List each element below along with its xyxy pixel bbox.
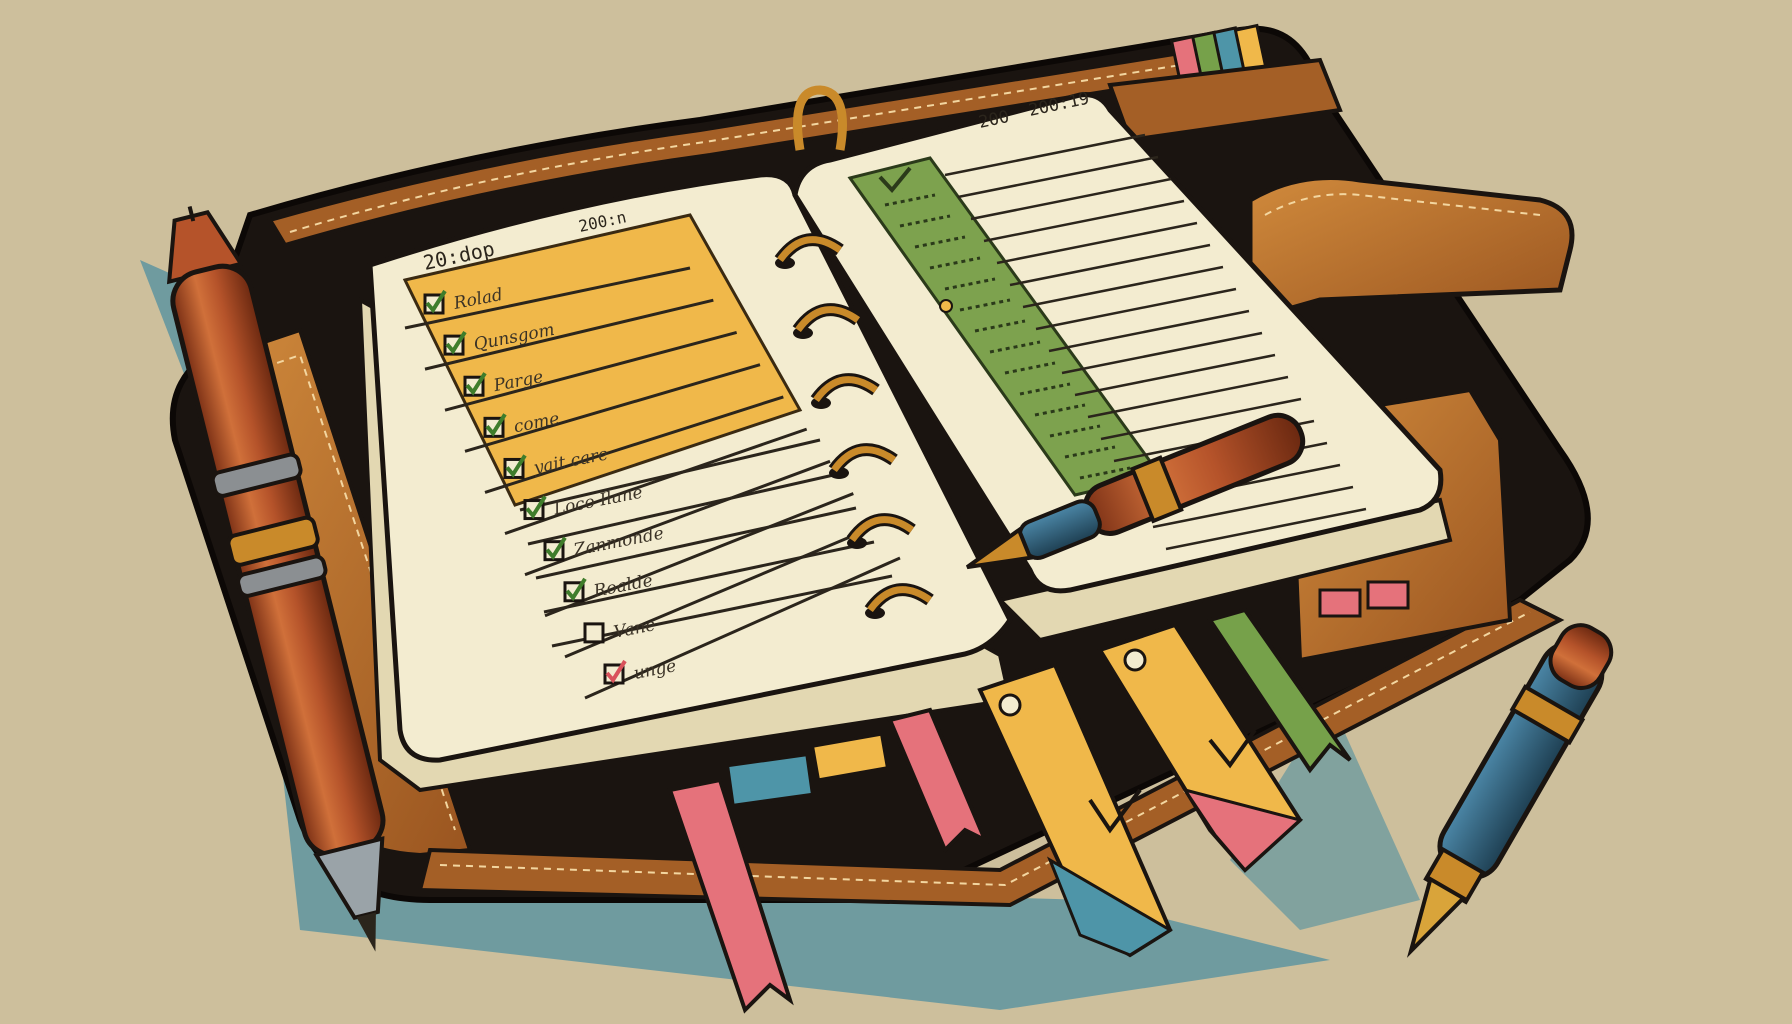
checkbox-icon [583, 622, 605, 644]
planner-illustration: RoladQunsgomPargecomeyait careLoco Ilane… [140, 23, 1614, 1014]
schedule-dot [939, 299, 953, 313]
clasp-strap [1247, 175, 1575, 324]
